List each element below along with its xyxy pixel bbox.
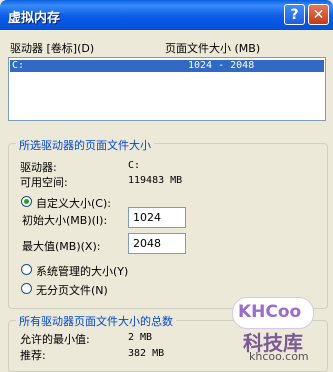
no-paging-file-radio[interactable] <box>21 283 32 294</box>
watermark-site: khcoo.com <box>249 350 309 363</box>
initial-size-label: 初始大小(MB)(I): <box>22 214 108 227</box>
drive-label: 驱动器: <box>20 161 57 174</box>
drive-value: C: <box>128 160 141 171</box>
list-item[interactable]: C: 1024 - 2048 <box>10 60 324 72</box>
no-paging-file-label[interactable]: 无分页文件(N) <box>36 282 108 298</box>
min-allowed-label: 允许的最小值: <box>20 333 90 346</box>
max-size-input[interactable]: 2048 <box>128 233 186 254</box>
list-item-drive: C: <box>12 60 25 71</box>
drive-list[interactable]: C: 1024 - 2048 <box>8 57 326 121</box>
custom-size-radio[interactable] <box>21 196 32 207</box>
title-bar: 虚拟内存 ? ✕ <box>0 0 333 30</box>
free-space-label: 可用空间: <box>20 176 68 189</box>
window-title: 虚拟内存 <box>8 11 61 26</box>
custom-size-label[interactable]: 自定义大小(C): <box>36 195 111 211</box>
watermark-brand: KHCoo <box>238 302 302 322</box>
max-size-label: 最大值(MB)(X): <box>22 240 101 253</box>
total-group-title: 所有驱动器页面文件大小的总数 <box>16 313 176 329</box>
system-managed-radio[interactable] <box>21 264 32 275</box>
recommended-value: 382 MB <box>128 348 165 359</box>
system-managed-label[interactable]: 系统管理的大小(Y) <box>36 263 128 279</box>
min-allowed-value: 2 MB <box>128 332 153 343</box>
free-space-value: 119483 MB <box>128 175 183 186</box>
help-button[interactable]: ? <box>284 4 305 25</box>
close-icon: ✕ <box>312 6 325 23</box>
size-column-header: 页面文件大小 (MB) <box>165 42 261 55</box>
list-item-range: 1024 - 2048 <box>188 60 255 71</box>
initial-size-input[interactable]: 1024 <box>128 207 186 228</box>
drive-column-header: 驱动器 [卷标](D) <box>10 42 95 55</box>
close-button[interactable]: ✕ <box>308 4 329 25</box>
selected-group-title: 所选驱动器的页面文件大小 <box>16 137 154 153</box>
help-icon: ? <box>290 6 299 23</box>
